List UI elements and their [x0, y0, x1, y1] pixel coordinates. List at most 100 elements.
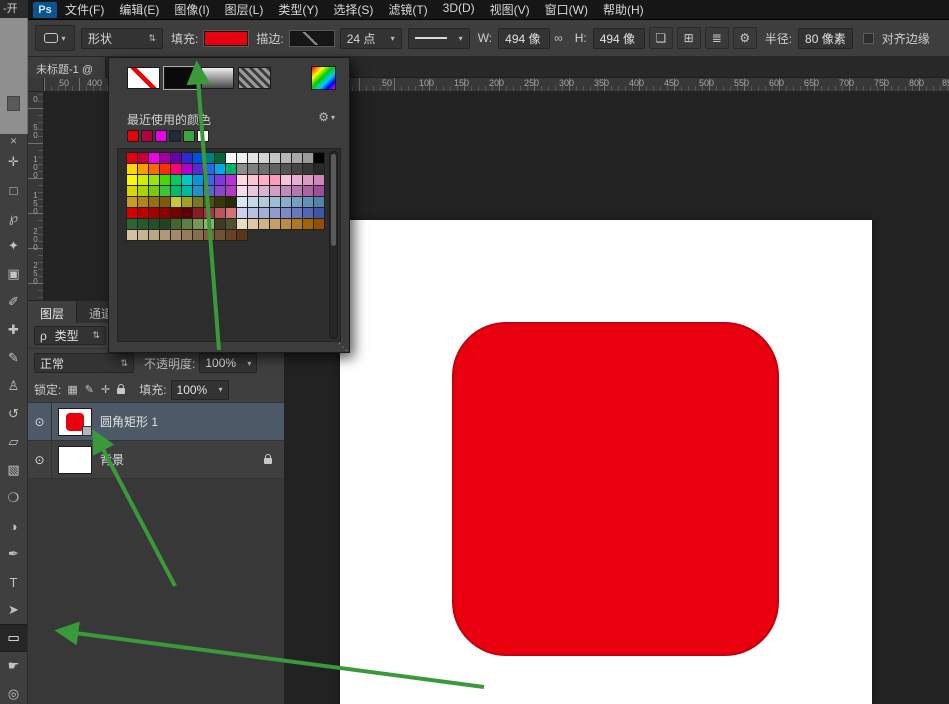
color-swatch[interactable] [259, 219, 269, 229]
color-swatch[interactable] [182, 208, 192, 218]
blend-mode-select[interactable]: 正常 ⇅ [34, 353, 134, 373]
color-swatch[interactable] [270, 197, 280, 207]
color-swatch[interactable] [270, 153, 280, 163]
color-swatch[interactable] [226, 164, 236, 174]
brush-tool[interactable]: ✎ [0, 344, 27, 372]
color-swatch[interactable] [259, 175, 269, 185]
menu-item[interactable]: 图像(I) [174, 1, 209, 18]
color-swatch[interactable] [226, 230, 236, 240]
hand-tool[interactable]: ☛ [0, 652, 27, 680]
pen-tool[interactable]: ✒ [0, 540, 27, 568]
color-swatch[interactable] [160, 219, 170, 229]
color-swatch[interactable] [182, 219, 192, 229]
crop-tool[interactable]: ▣ [0, 260, 27, 288]
color-swatch[interactable] [127, 153, 137, 163]
swatch-options-button[interactable]: ⚙ ▾ [318, 110, 335, 124]
horizontal-type-tool[interactable]: T [0, 568, 27, 596]
color-swatch[interactable] [193, 197, 203, 207]
layer-fill-input[interactable]: 100% ▾ [171, 380, 229, 400]
corner-radius-input[interactable]: 80 像素 [798, 28, 853, 49]
stroke-style-select[interactable]: ▾ [408, 28, 470, 49]
color-swatch[interactable] [248, 153, 258, 163]
color-swatch[interactable] [248, 175, 258, 185]
color-swatch[interactable] [259, 186, 269, 196]
menu-item[interactable]: 帮助(H) [603, 1, 644, 18]
color-swatch[interactable] [259, 197, 269, 207]
shape-height-input[interactable]: 494 像 [593, 28, 645, 49]
recent-color-swatch[interactable] [169, 130, 181, 142]
menu-item[interactable]: 窗口(W) [545, 1, 588, 18]
color-swatch[interactable] [138, 153, 148, 163]
tool-mode-select[interactable]: 形状 ⇅ [81, 28, 163, 49]
lock-all-icon[interactable] [117, 388, 125, 394]
color-swatch[interactable] [237, 230, 247, 240]
color-swatch[interactable] [292, 164, 302, 174]
fill-type-pattern[interactable] [238, 67, 271, 89]
color-swatch[interactable] [270, 219, 280, 229]
color-swatch[interactable] [138, 197, 148, 207]
color-swatch[interactable] [281, 164, 291, 174]
color-swatch[interactable] [281, 208, 291, 218]
color-swatch[interactable] [160, 208, 170, 218]
visibility-toggle[interactable]: ⊙ [28, 441, 52, 479]
color-swatch[interactable] [215, 208, 225, 218]
color-swatch[interactable] [182, 186, 192, 196]
dodge-tool[interactable]: ◑ [0, 512, 27, 540]
eraser-tool[interactable]: ▱ [0, 428, 27, 456]
color-swatch[interactable] [182, 164, 192, 174]
lasso-tool[interactable]: ℘ [0, 204, 27, 232]
color-swatch[interactable] [193, 164, 203, 174]
menu-item[interactable]: 类型(Y) [278, 1, 318, 18]
color-swatch[interactable] [149, 164, 159, 174]
color-swatch[interactable] [237, 153, 247, 163]
color-swatch[interactable] [160, 197, 170, 207]
blur-tool[interactable]: ❍ [0, 484, 27, 512]
color-swatch[interactable] [160, 153, 170, 163]
color-swatch[interactable] [182, 153, 192, 163]
color-swatch[interactable] [237, 219, 247, 229]
clone-stamp-tool[interactable]: ♙ [0, 372, 27, 400]
color-swatch[interactable] [127, 197, 137, 207]
color-swatch[interactable] [204, 153, 214, 163]
visibility-toggle[interactable]: ⊙ [28, 403, 52, 441]
color-swatch[interactable] [204, 175, 214, 185]
color-swatch[interactable] [171, 208, 181, 218]
lock-icon[interactable]: ▦ [67, 383, 77, 396]
lock-icon[interactable]: ✎ [85, 383, 94, 396]
color-picker-button[interactable] [311, 66, 336, 90]
color-swatch[interactable] [248, 164, 258, 174]
color-swatch[interactable] [237, 197, 247, 207]
menu-item[interactable]: 滤镜(T) [388, 1, 427, 18]
menu-item[interactable]: 图层(L) [225, 1, 264, 18]
color-swatch[interactable] [149, 208, 159, 218]
color-swatch[interactable] [127, 230, 137, 240]
color-swatch[interactable] [303, 186, 313, 196]
color-swatch[interactable] [226, 186, 236, 196]
color-swatch[interactable] [226, 153, 236, 163]
color-swatch[interactable] [270, 186, 280, 196]
color-swatch[interactable] [149, 197, 159, 207]
close-icon[interactable]: ✕ [0, 134, 27, 148]
path-alignment-button[interactable]: ⊞ [677, 27, 701, 49]
spot-healing-brush-tool[interactable]: ✚ [0, 316, 27, 344]
color-swatch[interactable] [303, 208, 313, 218]
document-tab[interactable]: 未标题-1 @ [28, 57, 106, 78]
color-swatch[interactable] [303, 153, 313, 163]
color-swatch[interactable] [127, 164, 137, 174]
menu-item[interactable]: 编辑(E) [119, 1, 159, 18]
color-swatch[interactable] [281, 175, 291, 185]
color-swatch[interactable] [292, 219, 302, 229]
tab-layers[interactable]: 图层 [28, 301, 77, 323]
color-swatch[interactable] [215, 186, 225, 196]
color-swatch[interactable] [193, 153, 203, 163]
color-swatch[interactable] [138, 175, 148, 185]
rectangular-marquee-tool[interactable]: □ [0, 176, 27, 204]
color-swatch[interactable] [259, 153, 269, 163]
color-swatch[interactable] [193, 208, 203, 218]
color-swatch[interactable] [149, 153, 159, 163]
color-swatch[interactable] [138, 186, 148, 196]
color-swatch[interactable] [303, 164, 313, 174]
layer-thumbnail[interactable] [58, 408, 92, 436]
menu-item[interactable]: 3D(D) [443, 1, 475, 18]
color-swatch[interactable] [314, 164, 324, 174]
